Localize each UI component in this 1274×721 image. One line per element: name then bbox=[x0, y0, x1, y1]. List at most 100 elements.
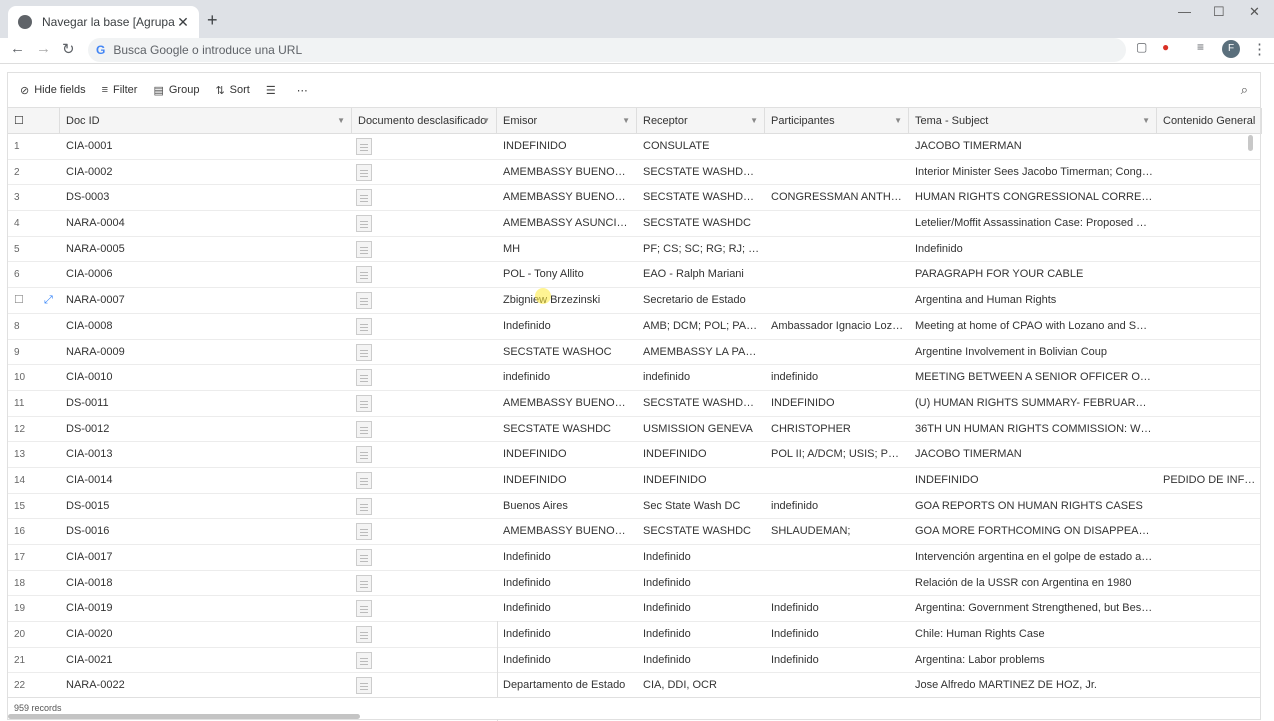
doc-id-cell[interactable]: NARA-0004 bbox=[60, 211, 340, 236]
participantes-cell[interactable]: Indefinido bbox=[765, 648, 905, 673]
contenido-cell[interactable] bbox=[1157, 134, 1262, 159]
receptor-cell[interactable]: AMEMBASSY LA PAZ P... bbox=[637, 340, 761, 365]
receptor-cell[interactable]: Indefinido bbox=[637, 545, 761, 570]
tema-cell[interactable]: (U) HUMAN RIGHTS SUMMARY- FEBRUARY 16-22… bbox=[909, 391, 1153, 416]
menu-kebab-icon[interactable]: ⋮ bbox=[1252, 40, 1267, 58]
participantes-cell[interactable] bbox=[765, 673, 905, 698]
table-row[interactable]: 18 CIA-0018 Indefinido Indefinido Relación d… bbox=[8, 571, 1260, 597]
table-row[interactable]: 9 NARA-0009 SECSTATE WASHOC AMEMBASSY LA PA… bbox=[8, 340, 1260, 366]
tema-cell[interactable]: Meeting at home of CPAO with Lozano and … bbox=[909, 314, 1153, 339]
emisor-cell[interactable]: Zbigniew Brzezinski bbox=[497, 288, 631, 313]
tema-cell[interactable]: 36TH UN HUMAN RIGHTS COMMISSION: WEO D..… bbox=[909, 417, 1153, 442]
column-header-receptor[interactable]: Receptor ▼ bbox=[637, 108, 765, 134]
tema-cell[interactable]: HUMAN RIGHTS CONGRESSIONAL CORRESPOND... bbox=[909, 185, 1153, 210]
contenido-cell[interactable] bbox=[1157, 237, 1262, 262]
document-thumbnail[interactable] bbox=[356, 574, 372, 592]
table-row[interactable]: 5 NARA-0005 MHPF; CS; SC; RG; RJ; RC; R...… bbox=[8, 237, 1260, 263]
document-thumbnail[interactable] bbox=[356, 626, 372, 644]
profile-avatar[interactable]: F bbox=[1222, 40, 1240, 58]
filter-button[interactable]: ≡ Filter bbox=[102, 84, 138, 96]
emisor-cell[interactable]: INDEFINIDO bbox=[497, 468, 631, 493]
participantes-cell[interactable]: Indefinido bbox=[765, 622, 905, 647]
doc-id-cell[interactable]: DS-0016 bbox=[60, 519, 340, 544]
row-number[interactable]: 15 bbox=[8, 494, 44, 519]
browser-tab[interactable]: Navegar la base [Agrupar].html ✕ bbox=[8, 6, 199, 38]
doc-id-cell[interactable]: CIA-0002 bbox=[60, 160, 340, 185]
tema-cell[interactable]: Indefinido bbox=[909, 237, 1153, 262]
group-button[interactable]: ▤ Group bbox=[153, 84, 199, 97]
tema-cell[interactable]: Argentina: Government Strengthened, but … bbox=[909, 596, 1153, 621]
participantes-cell[interactable]: SHLAUDEMAN; bbox=[765, 519, 905, 544]
chevron-down-icon[interactable]: ▼ bbox=[750, 108, 758, 134]
back-icon[interactable]: ← bbox=[10, 40, 25, 57]
row-number[interactable]: 5 bbox=[8, 237, 44, 262]
participantes-cell[interactable]: indefinido bbox=[765, 365, 905, 390]
receptor-cell[interactable]: CIA, DDI, OCR bbox=[637, 673, 761, 698]
document-thumbnail[interactable] bbox=[356, 369, 372, 387]
new-tab-icon[interactable]: + bbox=[207, 10, 218, 31]
emisor-cell[interactable]: Indefinido bbox=[497, 545, 631, 570]
chevron-down-icon[interactable]: ▼ bbox=[1142, 108, 1150, 134]
row-number[interactable]: 13 bbox=[8, 442, 44, 467]
search-icon[interactable]: ⌕ bbox=[1241, 82, 1248, 98]
table-row[interactable]: 12 DS-0012 SECSTATE WASHDC USMISSION GENEVA… bbox=[8, 417, 1260, 443]
table-row[interactable]: 11 DS-0011 AMEMBASSY BUENOS AIR...SECSTATE… bbox=[8, 391, 1260, 417]
document-thumbnail[interactable] bbox=[356, 446, 372, 464]
table-row[interactable]: 14 CIA-0014 INDEFINIDO INDEFINIDO INDEFINIDO… bbox=[8, 468, 1262, 494]
row-number[interactable]: 21 bbox=[8, 648, 44, 673]
document-thumbnail[interactable] bbox=[356, 163, 372, 181]
column-header-contenido[interactable]: Contenido General bbox=[1157, 108, 1262, 134]
row-number[interactable]: 9 bbox=[8, 340, 44, 365]
contenido-cell[interactable] bbox=[1157, 391, 1262, 416]
receptor-cell[interactable]: SECSTATE WASHDC 5303 bbox=[637, 185, 761, 210]
row-number[interactable]: 17 bbox=[8, 545, 44, 570]
participantes-cell[interactable] bbox=[765, 468, 905, 493]
doc-id-cell[interactable]: CIA-0008 bbox=[60, 314, 340, 339]
receptor-cell[interactable]: PF; CS; SC; RG; RJ; RC; R... bbox=[637, 237, 761, 262]
table-row[interactable]: 6 CIA-0006 POL - Tony Allito EAO - Ralph Ma… bbox=[8, 262, 1260, 289]
maximize-icon[interactable]: ☐ bbox=[1213, 4, 1225, 20]
contenido-cell[interactable] bbox=[1157, 314, 1262, 339]
row-number[interactable]: 3 bbox=[8, 185, 44, 210]
participantes-cell[interactable] bbox=[765, 340, 905, 365]
receptor-cell[interactable]: Indefinido bbox=[637, 571, 761, 596]
document-thumbnail[interactable] bbox=[356, 292, 372, 310]
emisor-cell[interactable]: MH bbox=[497, 237, 631, 262]
more-options-button[interactable]: ⋯ bbox=[297, 84, 313, 97]
tema-cell[interactable]: Jose Alfredo MARTINEZ DE HOZ, Jr. bbox=[909, 673, 1153, 698]
receptor-cell[interactable]: INDEFINIDO bbox=[637, 468, 761, 493]
receptor-cell[interactable]: Indefinido bbox=[637, 648, 761, 673]
participantes-cell[interactable] bbox=[765, 262, 905, 287]
doc-id-cell[interactable]: CIA-0006 bbox=[60, 262, 340, 287]
contenido-cell[interactable]: PEDIDO DE INFORM bbox=[1157, 468, 1262, 493]
table-row[interactable]: 13 CIA-0013 INDEFINIDO INDEFINIDO POL II; A/… bbox=[8, 442, 1260, 468]
participantes-cell[interactable]: Ambassador Ignacio Lozan... bbox=[765, 314, 905, 339]
participantes-cell[interactable] bbox=[765, 237, 905, 262]
participantes-cell[interactable] bbox=[765, 545, 905, 570]
extension-icon[interactable]: ▢ bbox=[1136, 40, 1147, 54]
tema-cell[interactable]: GOA MORE FORTHCOMING ON DISAPPEARED bbox=[909, 519, 1153, 544]
doc-id-cell[interactable]: CIA-0001 bbox=[60, 134, 340, 159]
participantes-cell[interactable] bbox=[765, 211, 905, 236]
forward-icon[interactable]: → bbox=[36, 40, 51, 57]
reload-icon[interactable]: ↻ bbox=[62, 40, 75, 58]
doc-id-cell[interactable]: CIA-0017 bbox=[60, 545, 340, 570]
participantes-cell[interactable] bbox=[765, 134, 905, 159]
participantes-cell[interactable] bbox=[765, 288, 905, 313]
document-thumbnail[interactable] bbox=[356, 420, 372, 438]
row-number[interactable]: 6 bbox=[8, 262, 44, 287]
row-number[interactable]: 10 bbox=[8, 365, 44, 390]
doc-id-cell[interactable]: DS-0011 bbox=[60, 391, 340, 416]
table-row[interactable]: 3 DS-0003 AMEMBASSY BUENOS AIR...SECSTATE … bbox=[8, 185, 1260, 212]
participantes-cell[interactable]: Indefinido bbox=[765, 596, 905, 621]
contenido-cell[interactable] bbox=[1157, 442, 1262, 467]
row-number[interactable]: 16 bbox=[8, 519, 44, 544]
contenido-cell[interactable] bbox=[1157, 673, 1262, 698]
receptor-cell[interactable]: Secretario de Estado bbox=[637, 288, 761, 313]
receptor-cell[interactable]: CONSULATE bbox=[637, 134, 761, 159]
doc-id-cell[interactable]: CIA-0020 bbox=[60, 622, 340, 647]
doc-id-cell[interactable]: NARA-0005 bbox=[60, 237, 340, 262]
doc-id-cell[interactable]: CIA-0014 bbox=[60, 468, 340, 493]
tema-cell[interactable]: Chile: Human Rights Case bbox=[909, 622, 1153, 647]
column-header-participantes[interactable]: Participantes ▼ bbox=[765, 108, 909, 134]
